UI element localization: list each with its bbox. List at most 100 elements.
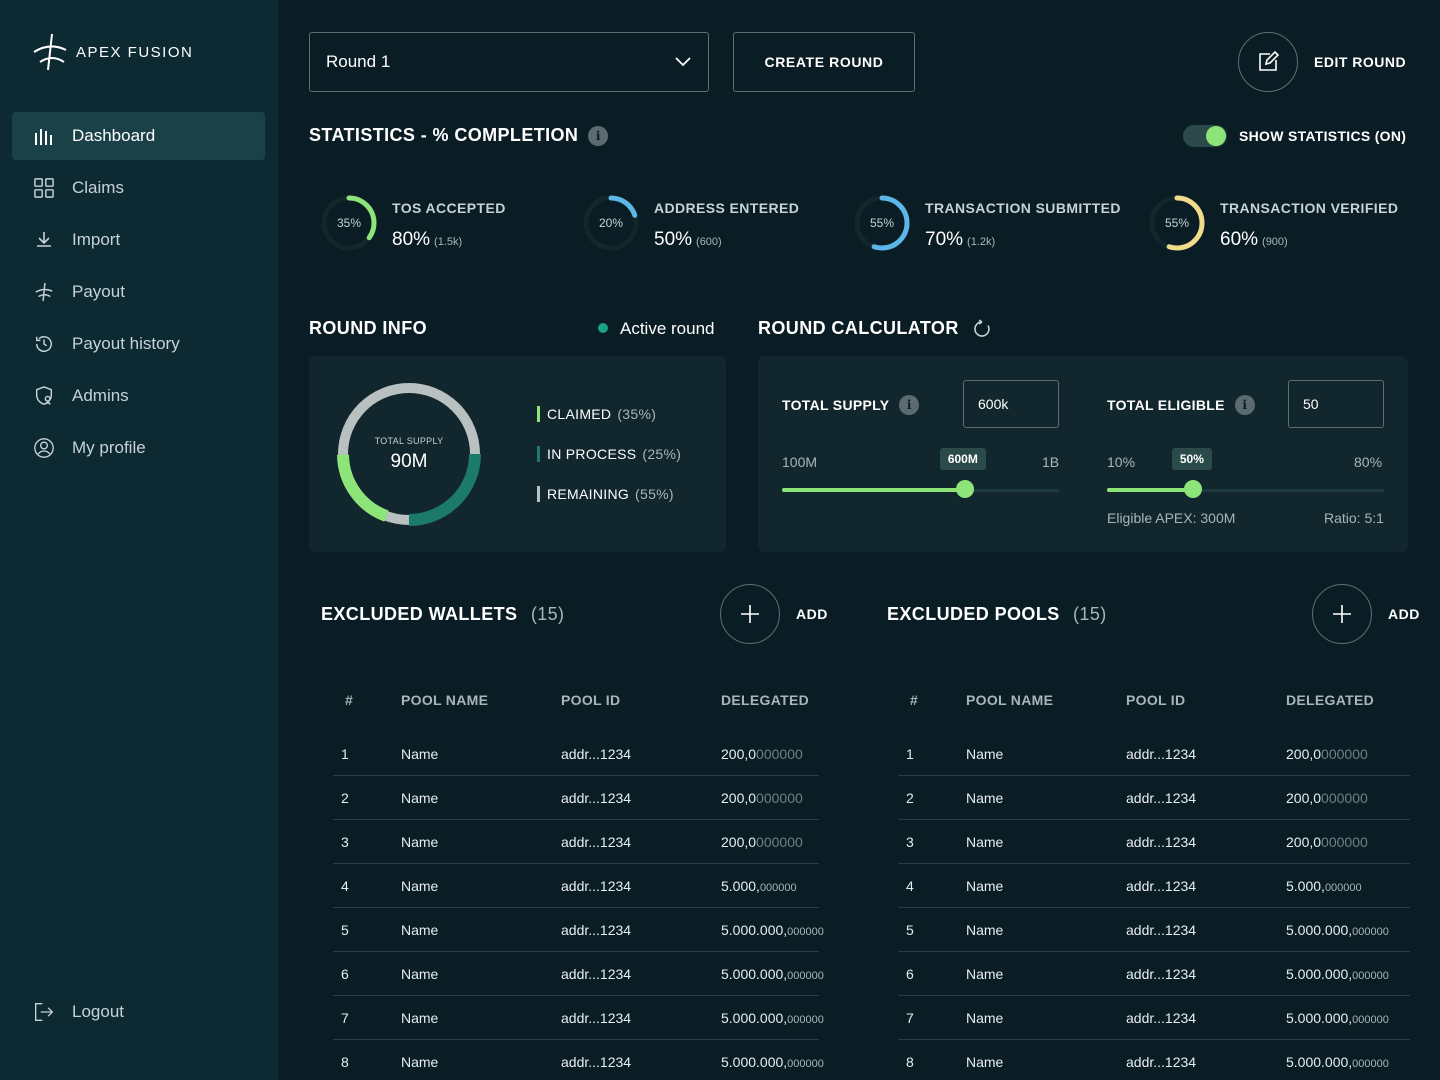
- logout-button[interactable]: Logout: [12, 988, 265, 1036]
- table-row[interactable]: 2 Name addr...1234 200,0000000: [333, 776, 819, 820]
- table-row[interactable]: 3 Name addr...1234 200,0000000: [898, 820, 1410, 864]
- table-header-cell[interactable]: #: [345, 692, 353, 708]
- edit-round-button[interactable]: [1238, 32, 1298, 92]
- ratio-text: Ratio: 5:1: [1324, 510, 1384, 526]
- create-round-button[interactable]: CREATE ROUND: [733, 32, 915, 92]
- table-row[interactable]: 1 Name addr...1234 200,0000000: [333, 732, 819, 776]
- sidebar-item-dashboard[interactable]: Dashboard: [12, 112, 265, 160]
- download-icon: [34, 230, 54, 250]
- legend-label: REMAINING: [547, 486, 630, 502]
- sidebar-item-payout-history[interactable]: Payout history: [12, 320, 265, 368]
- table-header-cell[interactable]: POOL ID: [1126, 692, 1185, 708]
- stat-value-count: (1.2k): [967, 236, 996, 248]
- delegated-cell: 5.000.000,000000: [721, 922, 824, 938]
- pool-name-cell: Name: [966, 878, 1004, 894]
- row-number: 2: [341, 790, 349, 806]
- table-row[interactable]: 6 Name addr...1234 5.000.000,000000: [333, 952, 824, 996]
- stat-value-main: 70%: [925, 229, 964, 250]
- stat-value-count: (1.5k): [434, 236, 463, 248]
- add-wallet-label[interactable]: ADD: [796, 606, 828, 622]
- table-row[interactable]: 8 Name addr...1234 5.000.000,000000: [333, 1040, 824, 1080]
- table-header-cell[interactable]: DELEGATED: [1286, 692, 1374, 708]
- table-header-cell[interactable]: POOL NAME: [401, 692, 488, 708]
- refresh-icon[interactable]: [972, 319, 992, 339]
- delegated-cell: 200,0000000: [1286, 790, 1368, 806]
- stat-label: TOS ACCEPTED: [392, 200, 506, 216]
- delegated-decimals: 000000: [1321, 746, 1368, 762]
- info-icon[interactable]: i: [1234, 395, 1255, 415]
- delegated-integer: 200,0: [1286, 746, 1322, 762]
- add-pool-button[interactable]: [1312, 584, 1372, 644]
- main-content: Round 1 CREATE ROUND EDIT ROUND STATISTI…: [278, 0, 1440, 1080]
- pool-name-cell: Name: [966, 966, 1004, 982]
- sidebar-item-import[interactable]: Import: [12, 216, 265, 264]
- legend-label: IN PROCESS: [547, 446, 637, 462]
- logo[interactable]: APEX FUSION: [30, 32, 193, 72]
- total-supply-input[interactable]: 600k: [963, 380, 1059, 428]
- pool-id-cell: addr...1234: [1126, 1054, 1197, 1070]
- delegated-decimals: 000000: [787, 1058, 824, 1070]
- stat-value: 60% (900): [1220, 229, 1288, 251]
- round-select-value: Round 1: [326, 52, 391, 71]
- info-icon[interactable]: i: [899, 395, 920, 415]
- add-pool-label[interactable]: ADD: [1388, 606, 1420, 622]
- round-info-title: ROUND INFO: [309, 318, 427, 338]
- chevron-down-icon: [675, 57, 691, 67]
- stat-value: 70% (1.2k): [925, 229, 995, 251]
- table-row[interactable]: 4 Name addr...1234 5.000,000000: [333, 864, 819, 908]
- sidebar-item-payout[interactable]: Payout: [12, 268, 265, 316]
- table-row[interactable]: 7 Name addr...1234 5.000.000,000000: [333, 996, 824, 1040]
- table-row[interactable]: 7 Name addr...1234 5.000.000,000000: [898, 996, 1410, 1040]
- pool-id-cell: addr...1234: [561, 834, 632, 850]
- delegated-decimals: 000000: [756, 790, 803, 806]
- table-row[interactable]: 8 Name addr...1234 5.000.000,000000: [898, 1040, 1410, 1080]
- sidebar-item-claims[interactable]: Claims: [12, 164, 265, 212]
- excluded-pools-count: (15): [1073, 604, 1107, 624]
- table-header-cell[interactable]: POOL NAME: [966, 692, 1053, 708]
- sidebar-item-admins[interactable]: Admins: [12, 372, 265, 420]
- pool-name-cell: Name: [966, 746, 1004, 762]
- info-icon[interactable]: i: [588, 126, 609, 147]
- grid-icon: [34, 178, 54, 198]
- table-header-cell[interactable]: DELEGATED: [721, 692, 809, 708]
- table-header-cell[interactable]: #: [910, 692, 918, 708]
- legend-percent: (25%): [642, 446, 682, 462]
- add-wallet-button[interactable]: [720, 584, 780, 644]
- table-row[interactable]: 5 Name addr...1234 5.000.000,000000: [333, 908, 824, 952]
- table-row[interactable]: 4 Name addr...1234 5.000,000000: [898, 864, 1410, 908]
- total-eligible-input[interactable]: 50: [1288, 380, 1384, 428]
- logo-text: APEX FUSION: [76, 43, 194, 61]
- delegated-cell: 5.000.000,000000: [1286, 1010, 1389, 1026]
- delegated-decimals: 000000: [1352, 1058, 1389, 1070]
- logout-label: Logout: [72, 1002, 124, 1021]
- show-statistics-toggle[interactable]: [1183, 125, 1227, 147]
- supply-slider-value-badge: 600M: [939, 448, 986, 470]
- shield-user-icon: [34, 386, 54, 406]
- plus-icon: [1333, 605, 1351, 623]
- legend-color-bar: [537, 446, 540, 462]
- sidebar-item-label: Dashboard: [72, 126, 156, 145]
- round-select[interactable]: Round 1: [309, 32, 709, 92]
- sidebar-item-my-profile[interactable]: My profile: [12, 424, 265, 472]
- delegated-integer: 200,0: [1286, 834, 1322, 850]
- pool-id-cell: addr...1234: [561, 1010, 632, 1026]
- legend-item: CLAIMED (35%): [537, 406, 656, 422]
- stat-label: TRANSACTION SUBMITTED: [925, 200, 1121, 216]
- table-row[interactable]: 3 Name addr...1234 200,0000000: [333, 820, 819, 864]
- table-header-cell[interactable]: POOL ID: [561, 692, 620, 708]
- pool-id-cell: addr...1234: [561, 746, 632, 762]
- eligible-slider-thumb[interactable]: [1183, 480, 1202, 498]
- stat-ring-percent: 55%: [1164, 216, 1190, 230]
- table-row[interactable]: 6 Name addr...1234 5.000.000,000000: [898, 952, 1410, 996]
- edit-round-label[interactable]: EDIT ROUND: [1314, 54, 1406, 70]
- delegated-integer: 200,0: [721, 834, 757, 850]
- legend-percent: (35%): [617, 406, 657, 422]
- row-number: 8: [906, 1054, 914, 1070]
- apex-icon: [34, 282, 54, 302]
- table-row[interactable]: 2 Name addr...1234 200,0000000: [898, 776, 1410, 820]
- table-row[interactable]: 1 Name addr...1234 200,0000000: [898, 732, 1410, 776]
- table-row[interactable]: 5 Name addr...1234 5.000.000,000000: [898, 908, 1410, 952]
- delegated-cell: 200,0000000: [721, 746, 803, 762]
- supply-slider-thumb[interactable]: [955, 480, 974, 498]
- delegated-cell: 5.000,000000: [721, 878, 797, 894]
